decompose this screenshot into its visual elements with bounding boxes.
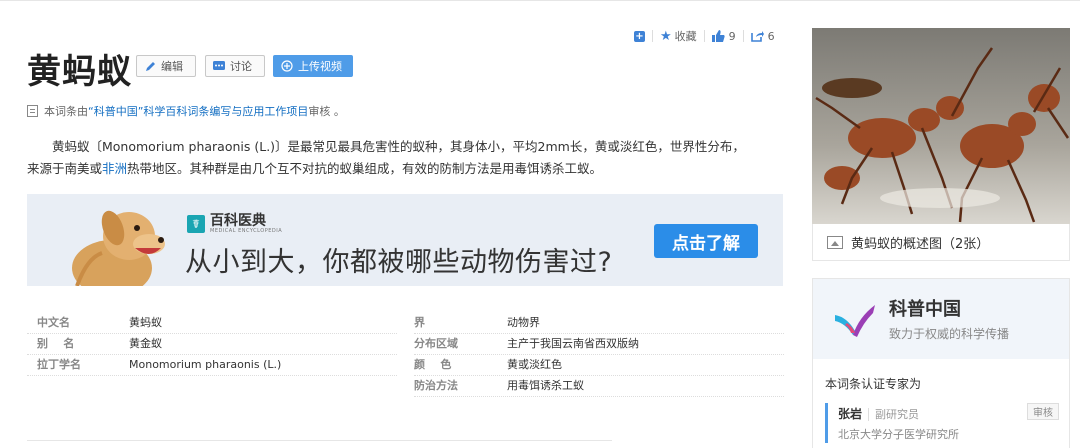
medical-logo-icon: ☤	[187, 215, 205, 233]
info-value: Monomorium pharaonis (L.)	[129, 358, 282, 371]
info-key: 中文名	[37, 316, 70, 329]
edit-label: 编辑	[161, 60, 183, 73]
science-china-card: 科普中国 致力于权威的科学传播 本词条认证专家为 张岩 副研究员 北京大学分子医学…	[812, 278, 1070, 448]
share-count: 6	[767, 29, 775, 43]
edit-button[interactable]: 编辑	[136, 55, 196, 77]
dog-image	[72, 210, 165, 286]
expert-line: 张岩 副研究员	[838, 403, 1059, 422]
review-prefix: 本词条由	[44, 105, 88, 118]
photo-caption-text: 黄蚂蚁的概述图（2张）	[851, 236, 990, 252]
section-divider	[27, 440, 612, 441]
africa-link[interactable]: 非洲	[102, 161, 127, 176]
science-china-header[interactable]: 科普中国 致力于权威的科学传播	[813, 279, 1069, 359]
info-value: 用毒饵诱杀工蚁	[507, 379, 584, 392]
page-title: 黄蚂蚁	[27, 52, 132, 92]
info-key: 别 名	[37, 337, 75, 350]
info-key: 防治方法	[414, 379, 458, 392]
summary-text: 来源于南美或	[27, 161, 103, 176]
info-key: 颜 色	[414, 358, 452, 371]
pencil-icon	[144, 60, 156, 72]
expert-rank: 副研究员	[868, 408, 920, 421]
summary-line-1: 黄蚂蚁〔Monomorium pharaonis (L.)〕是最常见最具危害性的…	[52, 139, 745, 154]
article-actions: + ★ 收藏 9 6	[634, 28, 775, 44]
plus-circle-icon	[281, 60, 293, 72]
divider	[703, 30, 705, 42]
share-icon[interactable]	[750, 30, 764, 42]
summary-text: 热带地区。其种群是由几个互不对抗的蚁巢组成，有效的防制方法是用毒饵诱杀工蚁。	[127, 161, 603, 176]
banner-brand: ☤ 百科医典 MEDICAL ENCYCLOPEDIA	[187, 214, 282, 234]
review-project-link[interactable]: “科普中国”科学百科词条编写与应用工作项目	[88, 103, 308, 119]
discuss-button[interactable]: 讨论	[205, 55, 265, 77]
ant-photo-image	[812, 28, 1070, 224]
like-count: 9	[728, 29, 736, 43]
brand-name: 百科医典	[210, 213, 266, 229]
info-key: 分布区域	[414, 337, 458, 350]
add-icon[interactable]: +	[634, 30, 645, 42]
science-china-slogan: 致力于权威的科学传播	[889, 327, 1010, 341]
star-icon[interactable]: ★	[660, 29, 672, 44]
info-key: 拉丁学名	[37, 358, 81, 371]
info-value: 主产于我国云南省西双版纳	[507, 337, 639, 350]
thumbs-up-icon[interactable]	[711, 30, 725, 42]
divider	[742, 30, 744, 42]
collect-button[interactable]: 收藏	[675, 28, 697, 44]
review-suffix: 审核 。	[308, 105, 345, 118]
top-divider	[0, 0, 1080, 1]
document-icon	[27, 105, 38, 117]
expert-section-title: 本词条认证专家为	[825, 377, 922, 391]
divider	[652, 30, 653, 42]
row-divider	[27, 375, 397, 376]
chat-icon	[213, 60, 225, 72]
info-value: 黄或淡红色	[507, 358, 562, 371]
summary-line-2: 来源于南美或非洲热带地区。其种群是由几个互不对抗的蚁巢组成，有效的防制方法是用毒…	[27, 158, 777, 180]
row-divider	[414, 396, 784, 397]
brand-subtitle: MEDICAL ENCYCLOPEDIA	[210, 228, 283, 234]
upload-video-button[interactable]: 上传视频	[273, 55, 353, 77]
info-key: 界	[414, 316, 425, 329]
science-china-name: 科普中国	[889, 299, 961, 320]
review-notice: 本词条由 “科普中国”科学百科词条编写与应用工作项目 审核 。	[27, 103, 345, 119]
science-china-logo-icon	[835, 305, 875, 337]
overview-photo[interactable]	[812, 28, 1070, 224]
discuss-label: 讨论	[230, 60, 252, 73]
expert-organization: 北京大学分子医学研究所	[838, 428, 959, 441]
article-summary: 黄蚂蚁〔Monomorium pharaonis (L.)〕是最常见最具危害性的…	[27, 136, 777, 180]
brand-text: 百科医典 MEDICAL ENCYCLOPEDIA	[210, 214, 282, 234]
review-badge: 审核	[1027, 403, 1059, 420]
learn-more-button[interactable]: 点击了解	[654, 224, 758, 258]
promo-banner[interactable]: ☤ 百科医典 MEDICAL ENCYCLOPEDIA 从小到大，你都被哪些动物…	[27, 194, 783, 286]
info-value: 黄蚂蚁	[129, 316, 162, 329]
info-value: 动物界	[507, 316, 540, 329]
upload-label: 上传视频	[298, 60, 342, 73]
info-value: 黄金蚁	[129, 337, 162, 350]
banner-headline: 从小到大，你都被哪些动物伤害过?	[185, 247, 613, 278]
expert-name: 张岩	[838, 407, 863, 421]
photo-caption[interactable]: 黄蚂蚁的概述图（2张）	[812, 224, 1070, 261]
image-icon	[827, 235, 843, 249]
expert-card[interactable]: 张岩 副研究员 北京大学分子医学研究所 审核	[825, 403, 1059, 443]
